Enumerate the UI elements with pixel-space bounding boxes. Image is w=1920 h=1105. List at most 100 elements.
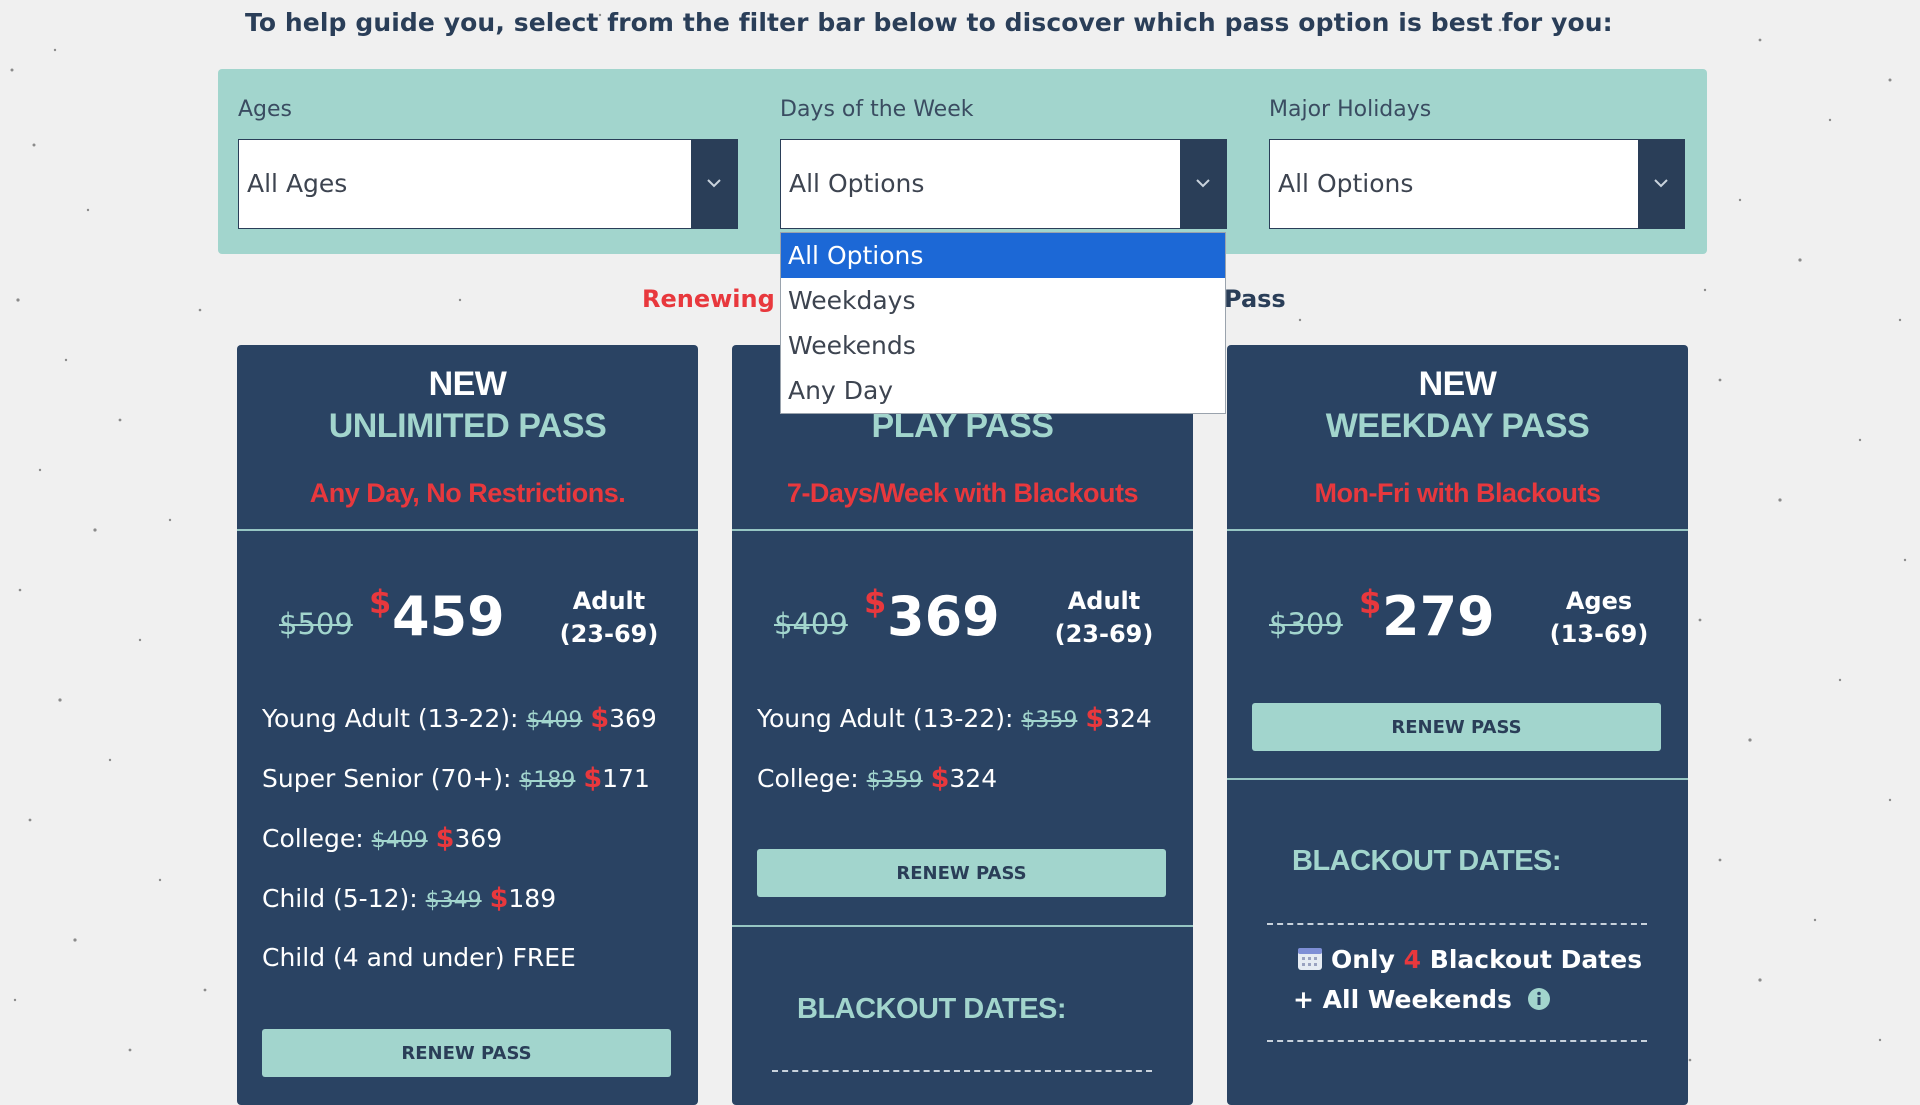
tier-row: Super Senior (70+): $189 $171 bbox=[262, 763, 650, 794]
card-divider bbox=[732, 529, 1193, 531]
tier-currency: $ bbox=[590, 703, 610, 734]
price-current: 369 bbox=[887, 585, 1000, 648]
holidays-filter-label: Major Holidays bbox=[1269, 97, 1432, 122]
price-currency: $ bbox=[1359, 583, 1382, 621]
price-age-group: Ages (13-69) bbox=[1529, 585, 1669, 651]
tier-label: College: bbox=[757, 764, 859, 793]
age-line-2: (23-69) bbox=[1054, 620, 1154, 648]
tier-new-price: 189 bbox=[508, 884, 557, 913]
tier-currency: $ bbox=[1085, 703, 1105, 734]
card-divider bbox=[1227, 778, 1688, 780]
ages-select-value: All Ages bbox=[247, 169, 348, 198]
blackout-count-line: Only 4 Blackout Dates bbox=[1297, 945, 1642, 977]
holidays-select-value: All Options bbox=[1278, 169, 1414, 198]
tier-row: College: $359 $324 bbox=[757, 763, 997, 794]
price-current: 459 bbox=[392, 585, 505, 648]
tier-row: Child (5-12): $349 $189 bbox=[262, 883, 556, 914]
holidays-select[interactable]: All Options bbox=[1269, 139, 1685, 229]
card-new-label: NEW bbox=[1418, 365, 1497, 403]
card-new-label: NEW bbox=[428, 365, 507, 403]
dropdown-option-weekdays[interactable]: Weekdays bbox=[781, 278, 1225, 323]
ages-filter-label: Ages bbox=[238, 97, 293, 122]
card-divider bbox=[237, 529, 698, 531]
days-select[interactable]: All Options bbox=[780, 139, 1227, 229]
price-currency: $ bbox=[864, 583, 887, 621]
card-title: UNLIMITED PASS bbox=[328, 407, 607, 445]
renew-pass-button[interactable]: RENEW PASS bbox=[262, 1029, 671, 1077]
filter-bar: Ages All Ages Days of the Week All Optio… bbox=[218, 69, 1707, 254]
tier-label: Young Adult (13-22): bbox=[757, 704, 1014, 733]
blackout-only-text: Only bbox=[1331, 945, 1395, 974]
dropdown-option-weekends[interactable]: Weekends bbox=[781, 323, 1225, 368]
pass-card-play: PLAY PASS 7-Days/Week with Blackouts $40… bbox=[732, 345, 1193, 1105]
pass-card-weekday: NEW WEEKDAY PASS Mon-Fri with Blackouts … bbox=[1227, 345, 1688, 1105]
tier-currency: $ bbox=[930, 763, 950, 794]
price-old: $309 bbox=[1269, 607, 1343, 641]
renew-pass-button[interactable]: RENEW PASS bbox=[1252, 703, 1661, 751]
chevron-down-icon[interactable] bbox=[691, 140, 737, 228]
calendar-icon bbox=[1297, 945, 1323, 977]
tier-currency: $ bbox=[583, 763, 603, 794]
tier-label: Super Senior (70+): bbox=[262, 764, 512, 793]
tier-currency: $ bbox=[435, 823, 455, 854]
pass-card-unlimited: NEW UNLIMITED PASS Any Day, No Restricti… bbox=[237, 345, 698, 1105]
section-heading-right: Pass bbox=[1224, 285, 1286, 313]
chevron-down-icon[interactable] bbox=[1638, 140, 1684, 228]
tier-new-price: 171 bbox=[602, 764, 650, 793]
info-icon[interactable] bbox=[1527, 987, 1551, 1017]
free-tier-line: Child (4 and under) FREE bbox=[262, 943, 576, 972]
days-dropdown-list: All Options Weekdays Weekends Any Day bbox=[780, 232, 1226, 414]
days-filter-label: Days of the Week bbox=[780, 97, 974, 122]
blackout-count: 4 bbox=[1403, 945, 1422, 974]
price-old: $509 bbox=[279, 607, 353, 641]
dropdown-option-any-day[interactable]: Any Day bbox=[781, 368, 1225, 413]
tier-row: Young Adult (13-22): $359 $324 bbox=[757, 703, 1152, 734]
tier-currency: $ bbox=[489, 883, 509, 914]
dashed-divider bbox=[1267, 1040, 1647, 1042]
blackout-dates-title: BLACKOUT DATES: bbox=[1292, 845, 1562, 877]
tier-new-price: 324 bbox=[1104, 704, 1152, 733]
card-subtitle: Any Day, No Restrictions. bbox=[309, 478, 626, 508]
blackout-weekends-line: + All Weekends bbox=[1293, 985, 1551, 1017]
price-age-group: Adult (23-69) bbox=[1034, 585, 1174, 651]
tier-row: College: $409 $369 bbox=[262, 823, 502, 854]
tier-row: Young Adult (13-22): $409 $369 bbox=[262, 703, 657, 734]
tier-old-price: $409 bbox=[526, 708, 583, 733]
tier-old-price: $409 bbox=[371, 828, 428, 853]
dropdown-option-all-options[interactable]: All Options bbox=[781, 233, 1225, 278]
price-old: $409 bbox=[774, 607, 848, 641]
blackout-weekends-text: + All Weekends bbox=[1293, 985, 1512, 1014]
tier-old-price: $359 bbox=[1021, 708, 1078, 733]
price-currency: $ bbox=[369, 583, 392, 621]
ages-select[interactable]: All Ages bbox=[238, 139, 738, 229]
tier-old-price: $359 bbox=[866, 768, 923, 793]
section-heading-left: Renewing bbox=[642, 285, 775, 313]
card-divider bbox=[1227, 529, 1688, 531]
card-subtitle: Mon-Fri with Blackouts bbox=[1314, 478, 1602, 508]
price-age-group: Adult (23-69) bbox=[539, 585, 679, 651]
intro-text: To help guide you, select from the filte… bbox=[245, 8, 1613, 37]
tier-old-price: $349 bbox=[425, 888, 482, 913]
dashed-divider bbox=[772, 1070, 1152, 1072]
age-line-2: (23-69) bbox=[559, 620, 659, 648]
card-subtitle: 7-Days/Week with Blackouts bbox=[786, 478, 1139, 508]
age-line-1: Ages bbox=[1565, 587, 1633, 615]
tier-new-price: 324 bbox=[949, 764, 998, 793]
tier-label: Young Adult (13-22): bbox=[262, 704, 519, 733]
days-select-value: All Options bbox=[789, 169, 925, 198]
card-divider bbox=[732, 925, 1193, 927]
price-current: 279 bbox=[1382, 585, 1495, 648]
age-line-1: Adult bbox=[1067, 587, 1141, 615]
tier-label: Child (5-12): bbox=[262, 884, 418, 913]
renew-pass-button[interactable]: RENEW PASS bbox=[757, 849, 1166, 897]
tier-new-price: 369 bbox=[454, 824, 503, 853]
chevron-down-icon[interactable] bbox=[1180, 140, 1226, 228]
tier-new-price: 369 bbox=[609, 704, 657, 733]
dashed-divider bbox=[1267, 923, 1647, 925]
tier-old-price: $189 bbox=[519, 768, 576, 793]
age-line-1: Adult bbox=[572, 587, 646, 615]
card-title: WEEKDAY PASS bbox=[1325, 407, 1590, 445]
blackout-dates-text: Blackout Dates bbox=[1429, 945, 1643, 974]
age-line-2: (13-69) bbox=[1549, 620, 1649, 648]
blackout-dates-title: BLACKOUT DATES: bbox=[797, 993, 1067, 1025]
